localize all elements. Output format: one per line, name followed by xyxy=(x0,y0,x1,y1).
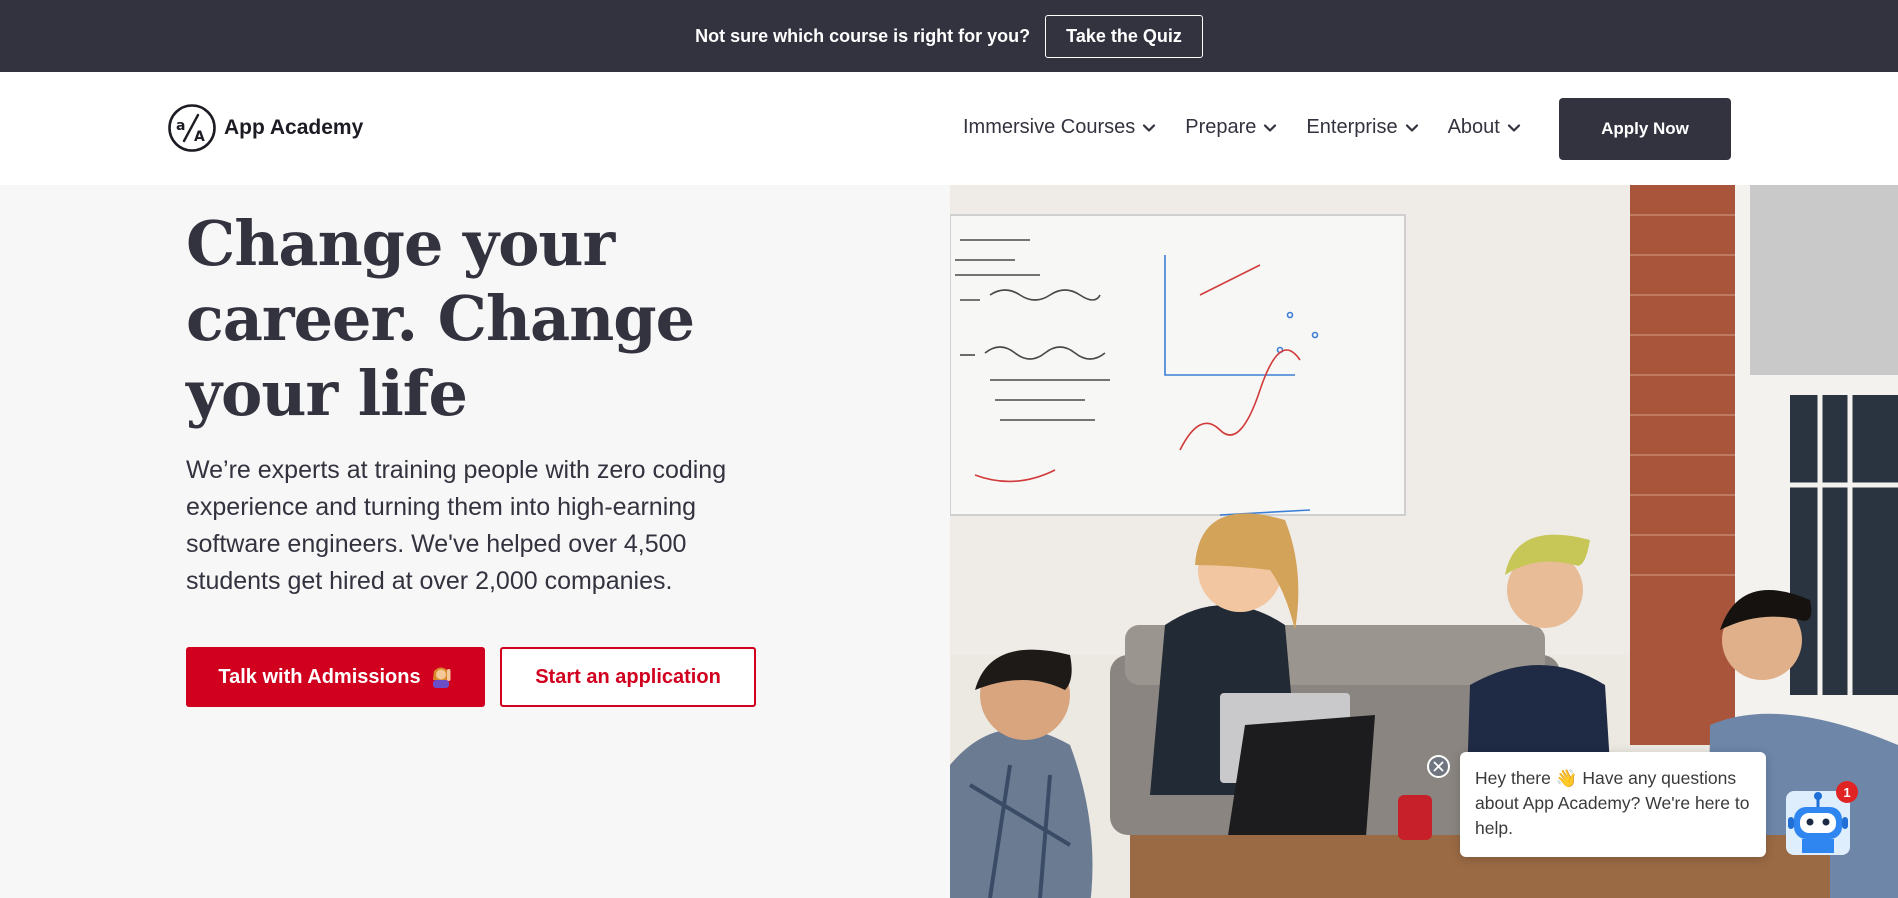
chevron-down-icon xyxy=(1507,123,1520,132)
woman-raising-hand-icon xyxy=(432,667,451,688)
svg-text:A: A xyxy=(194,129,205,145)
chevron-down-icon xyxy=(1264,123,1277,132)
talk-with-admissions-label: Talk with Admissions xyxy=(218,665,421,688)
notification-badge: 1 xyxy=(1836,781,1858,803)
hero-title: Change your career. Change your life xyxy=(186,207,695,430)
logo-text: App Academy xyxy=(224,116,364,139)
nav-label: Immersive Courses xyxy=(963,116,1136,138)
svg-text:a: a xyxy=(176,118,185,134)
talk-with-admissions-button[interactable]: Talk with Admissions xyxy=(186,647,485,707)
chevron-down-icon xyxy=(1405,123,1418,132)
start-application-button[interactable]: Start an application xyxy=(500,647,756,707)
nav-immersive-courses[interactable]: Immersive Courses xyxy=(963,116,1156,139)
take-quiz-button[interactable]: Take the Quiz xyxy=(1045,14,1203,58)
nav-label: About xyxy=(1447,116,1500,138)
app-academy-logo-icon: a A xyxy=(168,104,216,152)
announcement-text: Not sure which course is right for you? xyxy=(695,25,1031,46)
nav-prepare[interactable]: Prepare xyxy=(1185,116,1277,139)
nav-enterprise[interactable]: Enterprise xyxy=(1306,116,1418,139)
chat-message-bubble[interactable]: Hey there 👋 Have any questions about App… xyxy=(1460,752,1766,857)
apply-now-button[interactable]: Apply Now xyxy=(1559,98,1731,160)
logo-link[interactable]: a A App Academy xyxy=(167,103,363,153)
main-nav: Immersive Courses Prepare Enterprise Abo… xyxy=(963,116,1550,139)
nav-about[interactable]: About xyxy=(1448,116,1521,139)
chat-close-button[interactable] xyxy=(1427,755,1450,778)
close-icon xyxy=(1433,761,1444,772)
site-header: a A App Academy Immersive Courses Prepar… xyxy=(0,72,1898,185)
hero-description: We’re experts at training people with ze… xyxy=(186,456,727,595)
announcement-bar: Not sure which course is right for you? … xyxy=(0,0,1898,72)
nav-label: Prepare xyxy=(1185,116,1257,138)
chevron-down-icon xyxy=(1143,123,1156,132)
nav-label: Enterprise xyxy=(1306,116,1398,138)
